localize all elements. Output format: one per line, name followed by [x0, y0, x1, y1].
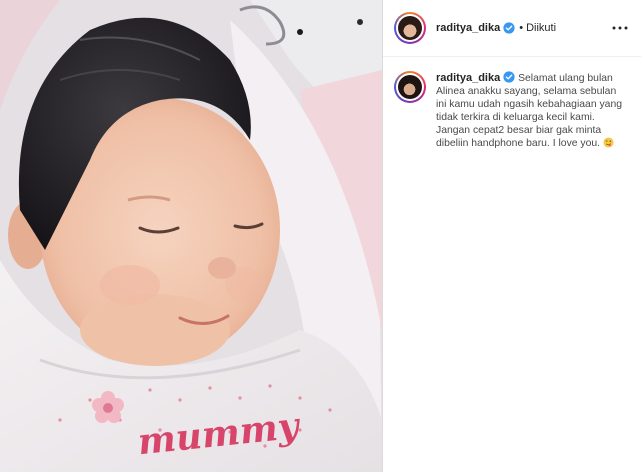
- caption-avatar[interactable]: [394, 71, 426, 103]
- more-options-icon[interactable]: [611, 19, 629, 37]
- verified-badge-icon: [503, 22, 515, 34]
- verified-badge-icon: [503, 71, 515, 83]
- instagram-post: mummy raditya_dika • Diikuti raditya_dik…: [0, 0, 641, 472]
- caption-text: Selamat ulang bulan Alinea anakku sayang…: [436, 73, 623, 149]
- post-sidebar: raditya_dika • Diikuti raditya_dika Sela…: [382, 0, 641, 472]
- winking-face-with-tongue-icon: [603, 137, 614, 148]
- follow-status-button[interactable]: Diikuti: [526, 22, 556, 34]
- baby-photo-illustration: mummy: [0, 0, 382, 472]
- avatar[interactable]: [394, 12, 426, 44]
- caption-username[interactable]: raditya_dika: [436, 72, 500, 84]
- caption: raditya_dika Selamat ulang bulan Alinea …: [383, 57, 641, 150]
- caption-body: raditya_dika Selamat ulang bulan Alinea …: [436, 71, 629, 150]
- header-username[interactable]: raditya_dika: [436, 22, 500, 34]
- post-photo[interactable]: mummy: [0, 0, 382, 472]
- header-separator: •: [519, 22, 524, 34]
- post-header: raditya_dika • Diikuti: [383, 0, 641, 57]
